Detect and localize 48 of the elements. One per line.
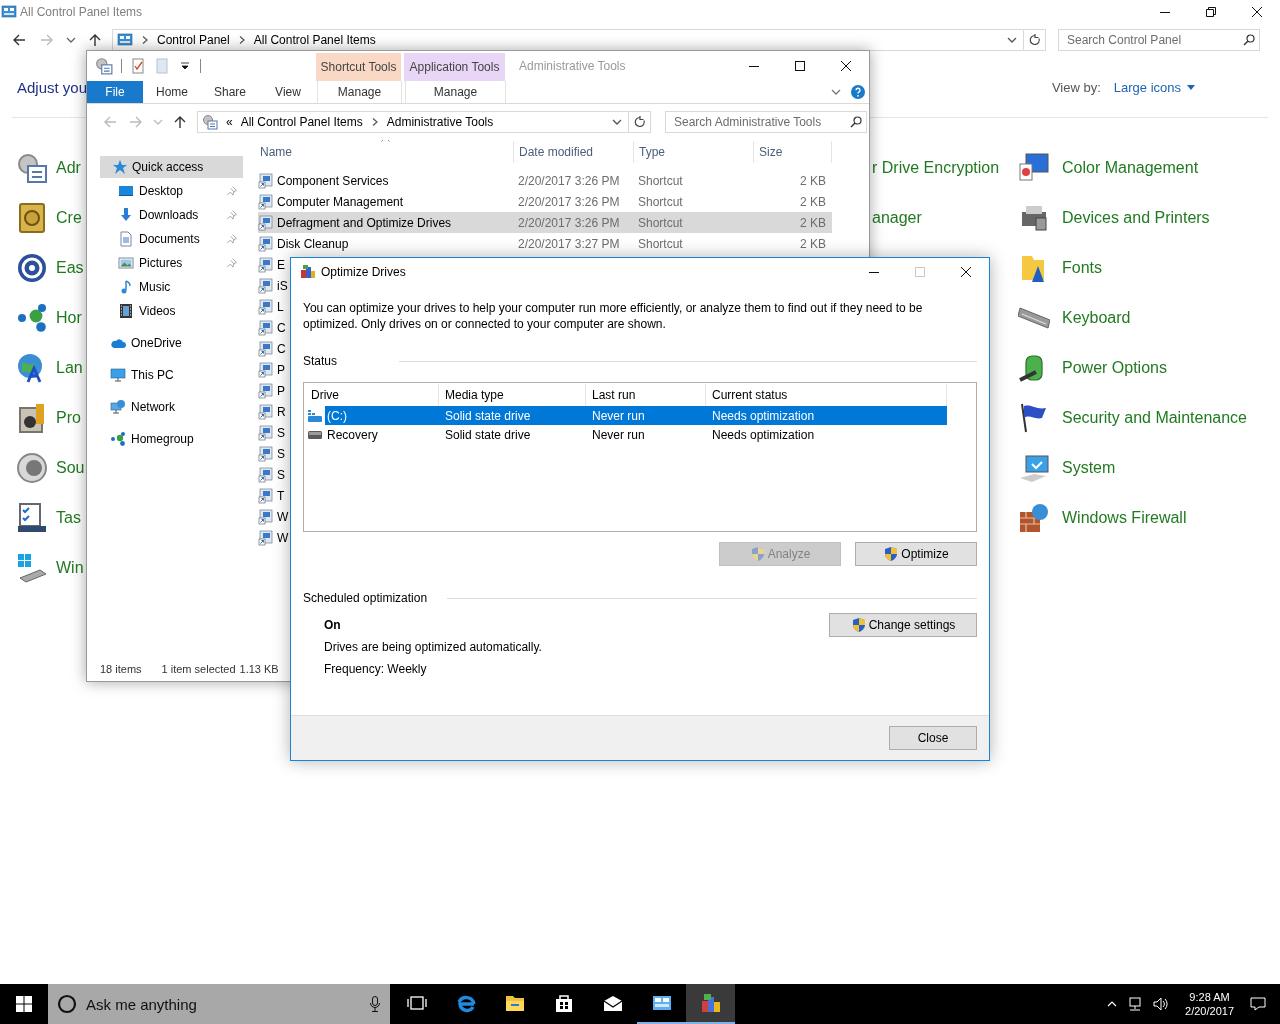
- type-cell-text: Shortcut: [637, 236, 684, 251]
- file-name: E: [277, 257, 285, 272]
- dialog-title: Optimize Drives: [321, 265, 407, 279]
- file-name: W: [277, 530, 289, 545]
- schedule-frequency: Frequency: Weekly: [324, 661, 428, 678]
- window-title: Administrative Tools: [518, 58, 627, 75]
- file-name: W: [277, 509, 289, 524]
- view-by-label: View by:: [1051, 79, 1101, 95]
- file-name: S: [277, 467, 285, 482]
- section-label: Scheduled optimization: [303, 591, 428, 605]
- size-cell-text: 2 KB: [799, 236, 826, 251]
- type-cell-text: Shortcut: [637, 194, 684, 209]
- type-cell-text: Shortcut: [637, 173, 684, 188]
- file-name: iS: [277, 278, 288, 293]
- type-cell-text: Shortcut: [637, 215, 684, 230]
- file-name: L: [277, 299, 284, 314]
- date-text: 2/20/2017: [1185, 1004, 1234, 1018]
- page-heading: Adjust you: [17, 78, 88, 96]
- file-name: S: [277, 446, 285, 461]
- size-cell-text: 2 KB: [799, 194, 826, 209]
- date-cell-text: 2/20/2017 3:26 PM: [517, 194, 621, 209]
- file-name: C: [277, 320, 286, 335]
- tab-group-label: Shortcut Tools: [316, 53, 401, 81]
- section-label: Status: [303, 354, 338, 368]
- size-cell-text: 2 KB: [799, 173, 826, 188]
- date-cell-text: 2/20/2017 3:27 PM: [517, 236, 621, 251]
- date-cell-text: 2/20/2017 3:26 PM: [517, 215, 621, 230]
- file-name: Computer Management: [277, 194, 404, 209]
- time-text: 9:28 AM: [1189, 990, 1230, 1004]
- file-name: T: [277, 488, 285, 503]
- file-name: P: [277, 362, 285, 377]
- file-name: S: [277, 425, 285, 440]
- file-name: Component Services: [277, 173, 389, 188]
- file-name: Defragment and Optimize Drives: [277, 215, 452, 230]
- file-name: R: [277, 404, 286, 419]
- file-name: P: [277, 383, 285, 398]
- tab-group-label: Application Tools: [404, 53, 505, 81]
- file-name: Disk Cleanup: [277, 236, 349, 251]
- file-name: C: [277, 341, 286, 356]
- schedule-note: Drives are being optimized automatically.: [324, 639, 543, 656]
- description-text: You can optimize your drives to help your computer run more efficiently, or analyze them to find out if they need to be optimized. Only drives on or connected to your computer are shown.: [303, 300, 924, 332]
- selection-count: 1 item selected: [161, 663, 236, 675]
- window-title: All Control Panel Items: [20, 5, 144, 19]
- selection-size: 1.13 KB: [239, 663, 279, 675]
- schedule-state: On: [324, 617, 342, 634]
- item-count: 18 items: [100, 663, 142, 675]
- date-cell-text: 2/20/2017 3:26 PM: [517, 173, 621, 188]
- size-cell-text: 2 KB: [799, 215, 826, 230]
